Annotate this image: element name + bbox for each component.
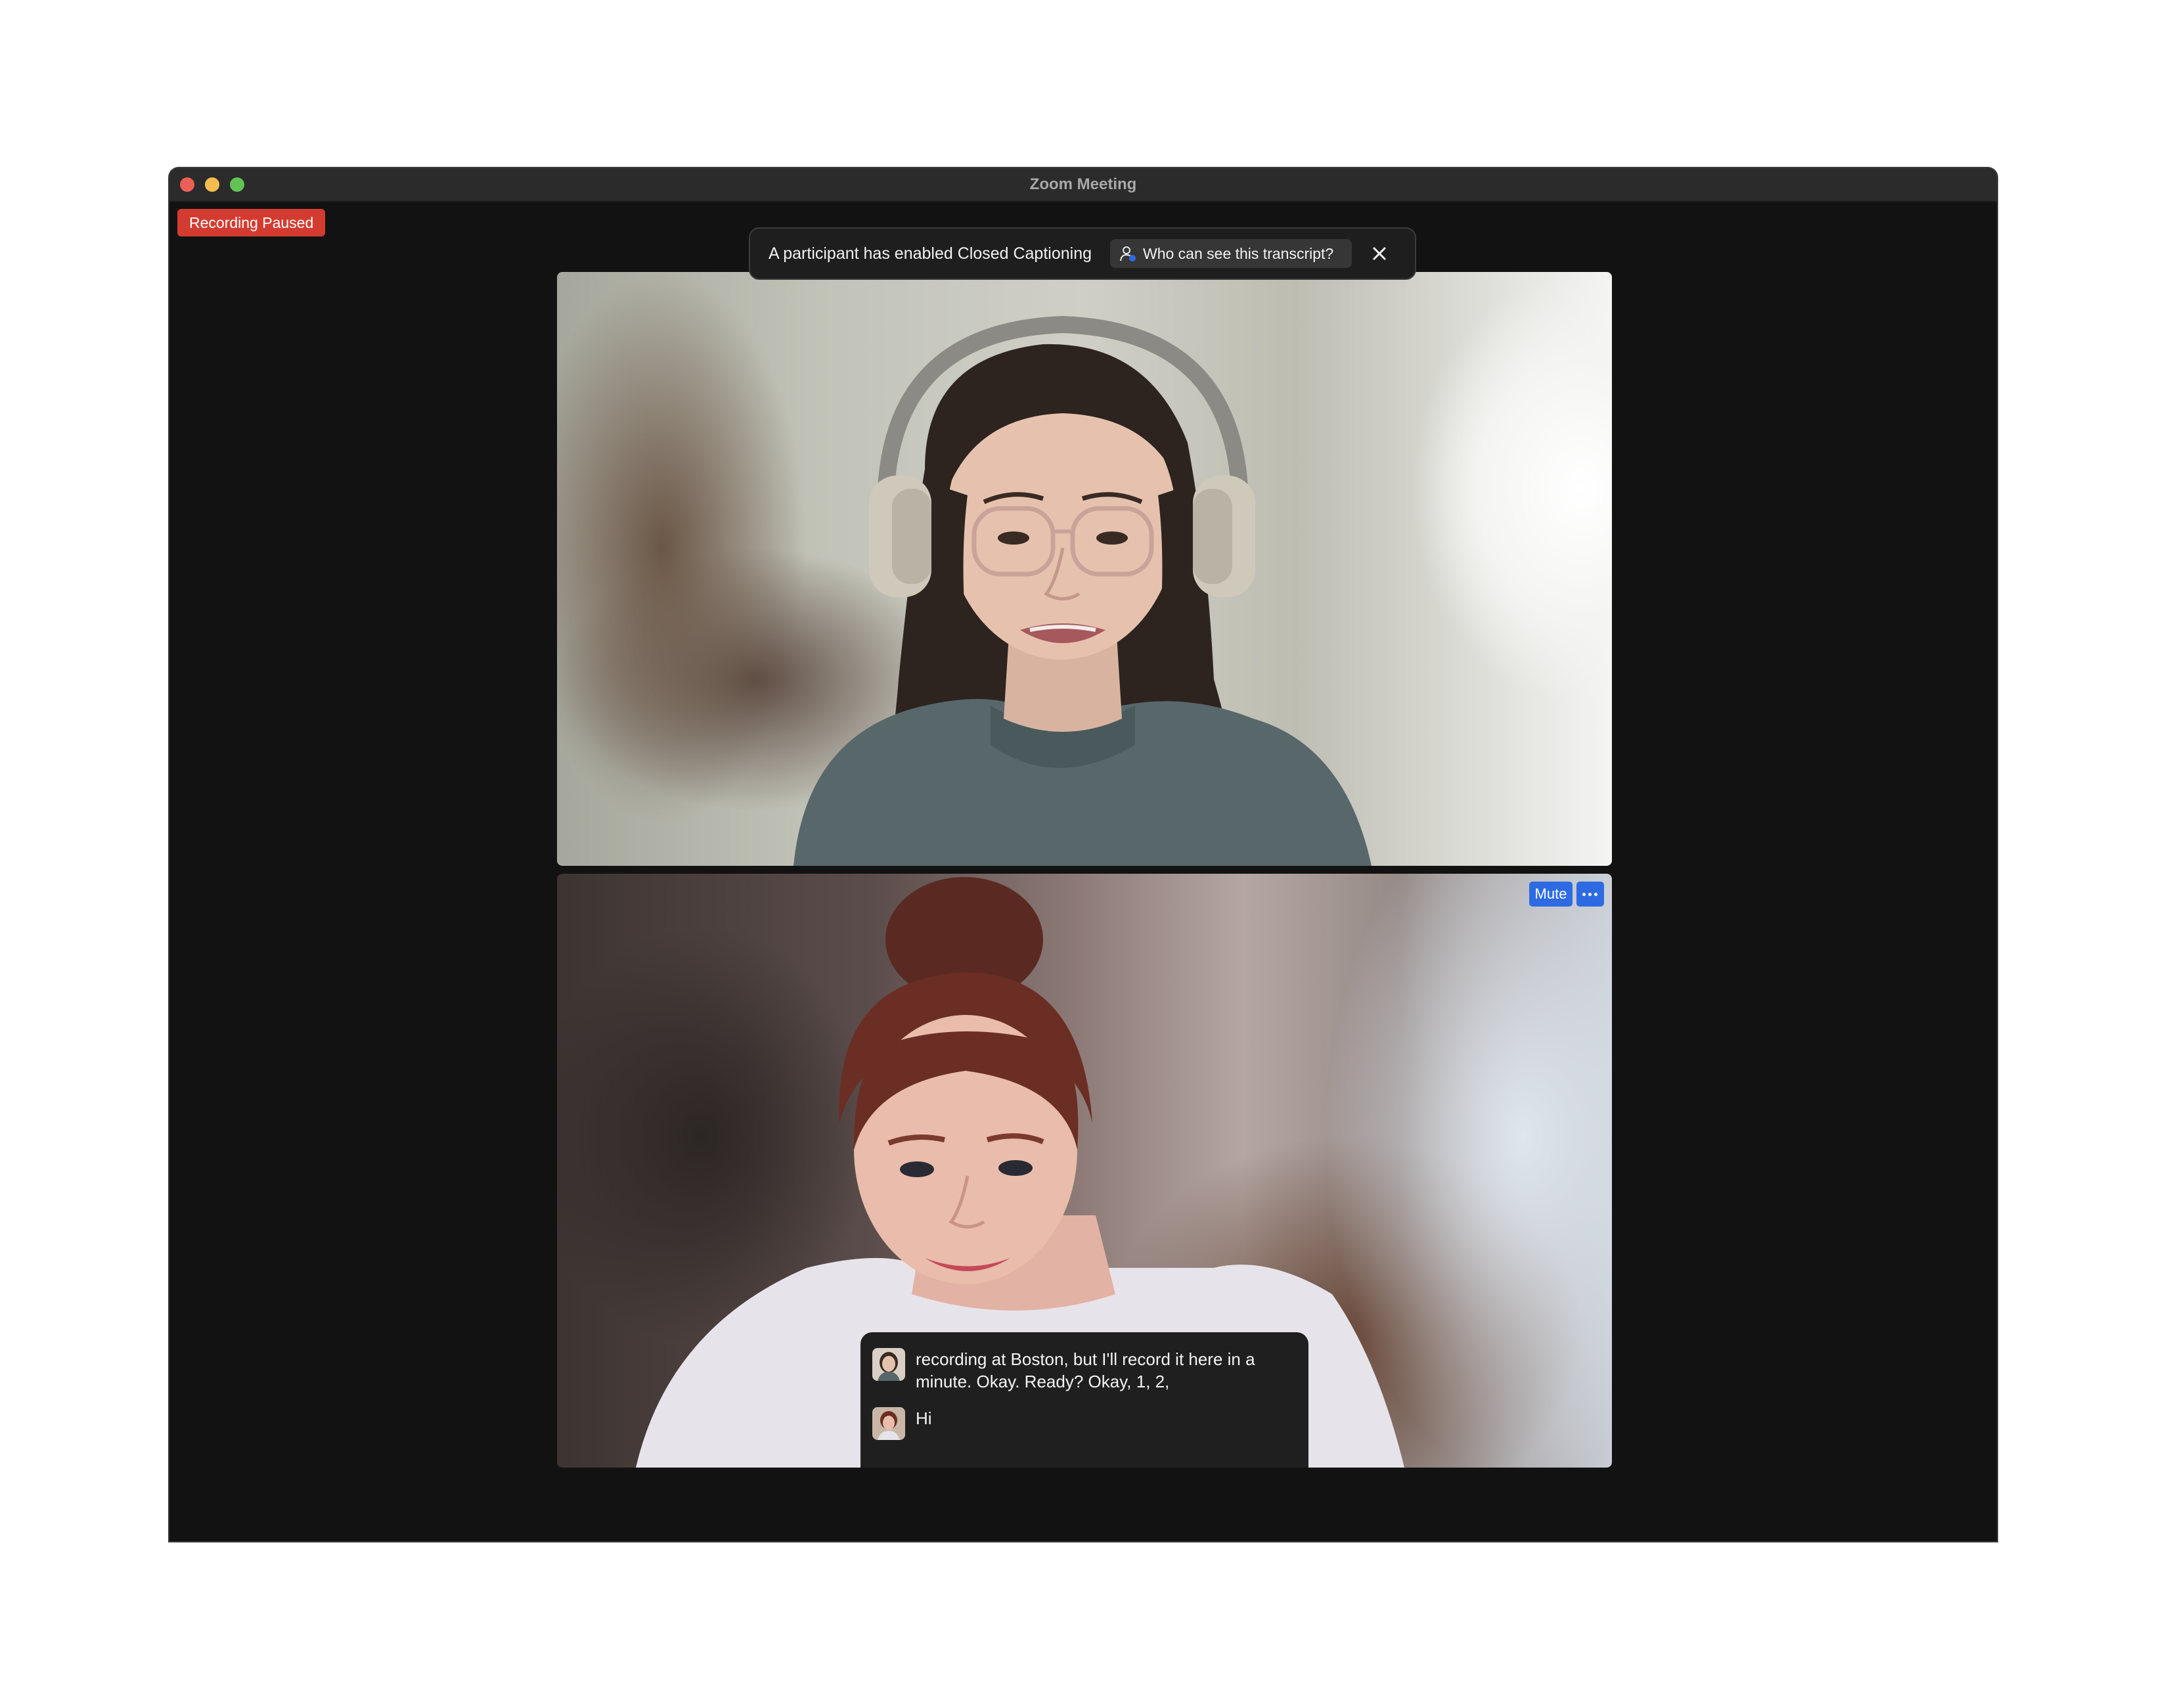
- who-can-see-transcript-label: Who can see this transcript?: [1143, 245, 1334, 262]
- video-tile-participant-2[interactable]: Mute recording at Boston, but I'll recor…: [557, 874, 1612, 1468]
- caption-text: recording at Boston, but I'll record it …: [916, 1349, 1255, 1391]
- mute-button[interactable]: Mute: [1529, 882, 1573, 907]
- captions-panel: recording at Boston, but I'll record it …: [860, 1332, 1308, 1468]
- participant-avatar-1: [872, 1348, 905, 1381]
- recording-paused-badge[interactable]: Recording Paused: [177, 209, 326, 236]
- caption-row: recording at Boston, but I'll record it …: [872, 1348, 1306, 1401]
- ellipsis-dot: [1594, 893, 1597, 896]
- closed-captioning-banner: A participant has enabled Closed Caption…: [749, 227, 1416, 280]
- closed-captioning-message: A participant has enabled Closed Caption…: [769, 244, 1092, 263]
- video-tile-participant-1[interactable]: [557, 272, 1612, 866]
- zoom-meeting-window: Zoom Meeting Recording Paused Mute recor…: [169, 168, 1997, 1541]
- who-can-see-transcript-button[interactable]: Who can see this transcript?: [1110, 239, 1352, 268]
- caption-row: Hi: [872, 1407, 1306, 1440]
- person-icon: [1120, 246, 1136, 261]
- close-icon[interactable]: [1369, 243, 1390, 264]
- participant-1-video: [793, 315, 1372, 866]
- window-title: Zoom Meeting: [1029, 175, 1137, 193]
- title-bar: Zoom Meeting: [169, 168, 1997, 202]
- caption-text: Hi: [916, 1408, 932, 1428]
- ellipsis-icon: [1582, 893, 1586, 896]
- participant-avatar-2: [872, 1407, 905, 1440]
- more-options-button[interactable]: [1576, 882, 1604, 907]
- ellipsis-dot: [1588, 893, 1592, 896]
